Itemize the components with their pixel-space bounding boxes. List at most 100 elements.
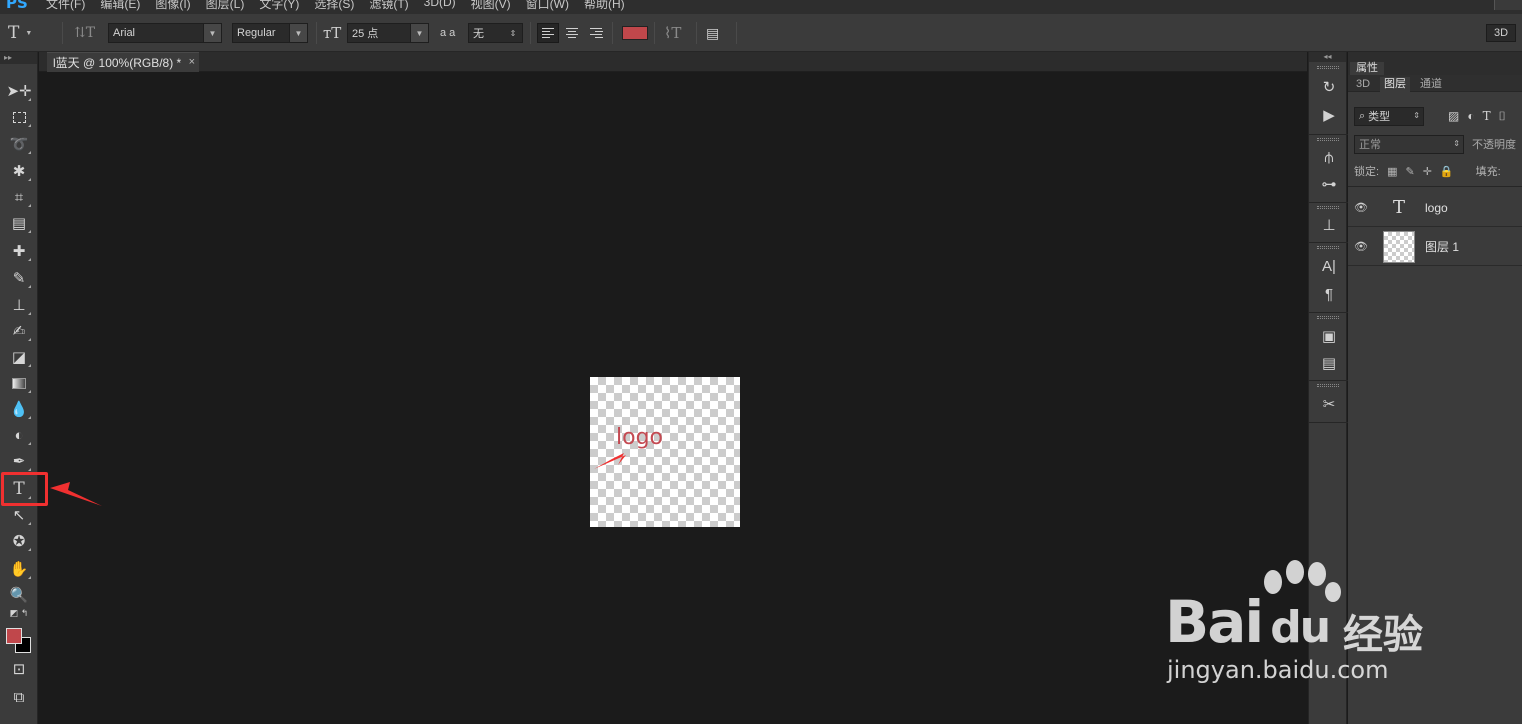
swap-colors-button[interactable]: ◩ ↰ [7, 606, 31, 620]
layers-tab-row: 3D 图层 通道 [1348, 75, 1522, 92]
brush-presets-button[interactable]: ⊶ [1318, 173, 1340, 195]
tool-preset-picker[interactable]: T ▼ [8, 23, 32, 43]
brush-panel-button[interactable]: ⫛ [1318, 146, 1340, 168]
chevron-down-icon: ▼ [410, 24, 428, 42]
brush-tool[interactable]: ✎ [7, 267, 31, 289]
image-filter-icon[interactable]: ▨ [1448, 109, 1459, 123]
text-orientation-button[interactable]: ⇅T [74, 23, 95, 43]
layer-row-layer-1[interactable]: 👁 图层 1 [1348, 228, 1522, 266]
character-panel-button[interactable]: ▤ [706, 23, 719, 43]
magic-wand-tool[interactable]: ✱ [7, 160, 31, 182]
chevron-down-icon: ▼ [25, 29, 33, 37]
lock-all-icon[interactable]: 🔒 [1440, 165, 1454, 178]
menu-file[interactable]: 文件(F) [46, 0, 100, 12]
document-tab[interactable]: l蓝天 @ 100%(RGB/8) * × [47, 52, 199, 72]
align-center-button[interactable] [561, 23, 583, 43]
marquee-tool[interactable] [7, 106, 31, 128]
layer-row-logo[interactable]: 👁 T logo [1348, 189, 1522, 227]
character-panel-button[interactable]: A| [1318, 255, 1340, 277]
foreground-color-swatch[interactable] [6, 628, 22, 644]
collapse-icon[interactable]: ◂◂ [1309, 52, 1346, 62]
tab-layers[interactable]: 图层 [1380, 77, 1410, 92]
collapse-icon[interactable]: ▸▸ [0, 52, 37, 64]
divider [736, 22, 737, 44]
menu-help[interactable]: 帮助(H) [584, 0, 640, 12]
tab-properties[interactable]: 属性 [1350, 62, 1384, 75]
adjustment-filter-icon[interactable]: ◐ [1467, 109, 1474, 123]
eraser-tool[interactable]: ◪ [7, 346, 31, 368]
menu-select[interactable]: 选择(S) [314, 0, 369, 12]
filter-kind-select[interactable]: ⌕ 类型 ⇕ [1354, 106, 1424, 126]
layers-panel: 属性 3D 图层 通道 ⌕ 类型 ⇕ ▨ ◐ T ⌷ 正常 ⇕ 不透明度 锁定:… [1348, 52, 1522, 724]
shape-filter-icon[interactable]: ⌷ [1499, 109, 1506, 124]
lock-position-icon[interactable]: ✛ [1423, 165, 1432, 178]
tab-channels[interactable]: 通道 [1416, 77, 1446, 92]
shape-tool[interactable]: ✪ [7, 530, 31, 552]
lock-transparent-icon[interactable]: ▦ [1387, 165, 1397, 178]
hand-tool[interactable]: ✋ [7, 558, 31, 580]
tab-3d[interactable]: 3D [1352, 77, 1374, 92]
canvas-logo-text[interactable]: logo [616, 425, 663, 450]
warp-text-button[interactable]: ⌇T [664, 23, 681, 43]
zoom-tool[interactable]: 🔍 [7, 584, 31, 606]
divider [1309, 134, 1348, 135]
type-filter-icon[interactable]: T [1483, 109, 1491, 123]
move-tool[interactable]: ➤✛ [6, 80, 32, 102]
align-right-button[interactable] [585, 23, 607, 43]
close-icon[interactable]: × [189, 56, 195, 68]
menu-edit[interactable]: 编辑(E) [100, 0, 155, 12]
tool-presets-button[interactable]: ✂ [1318, 393, 1340, 415]
font-size-select[interactable]: 25 点 ▼ [347, 23, 429, 43]
window-control[interactable] [1494, 0, 1522, 10]
canvas-area[interactable]: logo [39, 72, 1307, 724]
font-size-value: 25 点 [352, 28, 379, 40]
screen-mode-button[interactable]: ⧉ [7, 686, 31, 708]
lasso-tool[interactable]: ➰ [7, 133, 31, 155]
font-family-select[interactable]: Arial ▼ [108, 23, 222, 43]
actions-panel-button[interactable]: ▶ [1318, 104, 1340, 126]
dodge-tool[interactable]: ◐ [7, 424, 31, 446]
history-panel-button[interactable]: ↻ [1318, 76, 1340, 98]
menu-layer[interactable]: 图层(L) [206, 0, 260, 12]
type-tool-icon: T [8, 23, 20, 43]
grip-handle[interactable] [1317, 316, 1339, 319]
lock-pixels-icon[interactable]: ✎ [1405, 165, 1414, 178]
menu-type[interactable]: 文字(Y) [259, 0, 314, 12]
grip-handle[interactable] [1317, 384, 1339, 387]
font-style-select[interactable]: Regular ▼ [232, 23, 308, 43]
paragraph-panel-button[interactable]: ¶ [1318, 283, 1340, 305]
paragraph-styles-button[interactable]: ▤ [1318, 352, 1340, 374]
history-brush-tool[interactable]: ✍ [7, 320, 31, 342]
menu-filter[interactable]: 滤镜(T) [369, 0, 423, 12]
properties-tab-row: 属性 [1348, 62, 1522, 75]
workspace-3d-button[interactable]: 3D [1486, 24, 1516, 42]
grip-handle[interactable] [1317, 206, 1339, 209]
align-left-icon [537, 23, 559, 43]
blend-mode-select[interactable]: 正常 ⇕ [1354, 134, 1464, 154]
clone-source-button[interactable]: ⊥ [1318, 214, 1340, 236]
menu-image[interactable]: 图像(I) [155, 0, 205, 12]
antialias-select[interactable]: 无 ⇕ [468, 23, 523, 43]
document-tab-bar: l蓝天 @ 100%(RGB/8) * × [39, 52, 1307, 72]
grip-handle[interactable] [1317, 246, 1339, 249]
path-selection-tool[interactable]: ↖ [7, 504, 31, 526]
quick-mask-button[interactable]: ⊡ [7, 658, 31, 680]
healing-brush-tool[interactable]: ✚ [7, 240, 31, 262]
align-left-button[interactable] [537, 23, 559, 43]
eye-icon[interactable]: 👁 [1348, 240, 1374, 253]
gradient-tool[interactable] [7, 372, 31, 394]
character-styles-button[interactable]: ▣ [1318, 325, 1340, 347]
menu-3d[interactable]: 3D(D) [424, 0, 471, 12]
clone-stamp-tool[interactable]: ⊥ [7, 294, 31, 316]
blur-tool[interactable]: 💧 [7, 398, 31, 420]
crop-tool[interactable]: ⌗ [7, 186, 31, 208]
menu-view[interactable]: 视图(V) [471, 0, 526, 12]
pen-tool[interactable]: ✒ [7, 450, 31, 472]
menu-window[interactable]: 窗口(W) [526, 0, 584, 12]
grip-handle[interactable] [1317, 138, 1339, 141]
grip-handle[interactable] [1317, 66, 1339, 69]
eye-icon[interactable]: 👁 [1348, 201, 1374, 214]
eyedropper-tool[interactable]: ▤ [7, 212, 31, 234]
text-color-button[interactable] [622, 23, 648, 43]
document-canvas[interactable]: logo [590, 377, 740, 527]
